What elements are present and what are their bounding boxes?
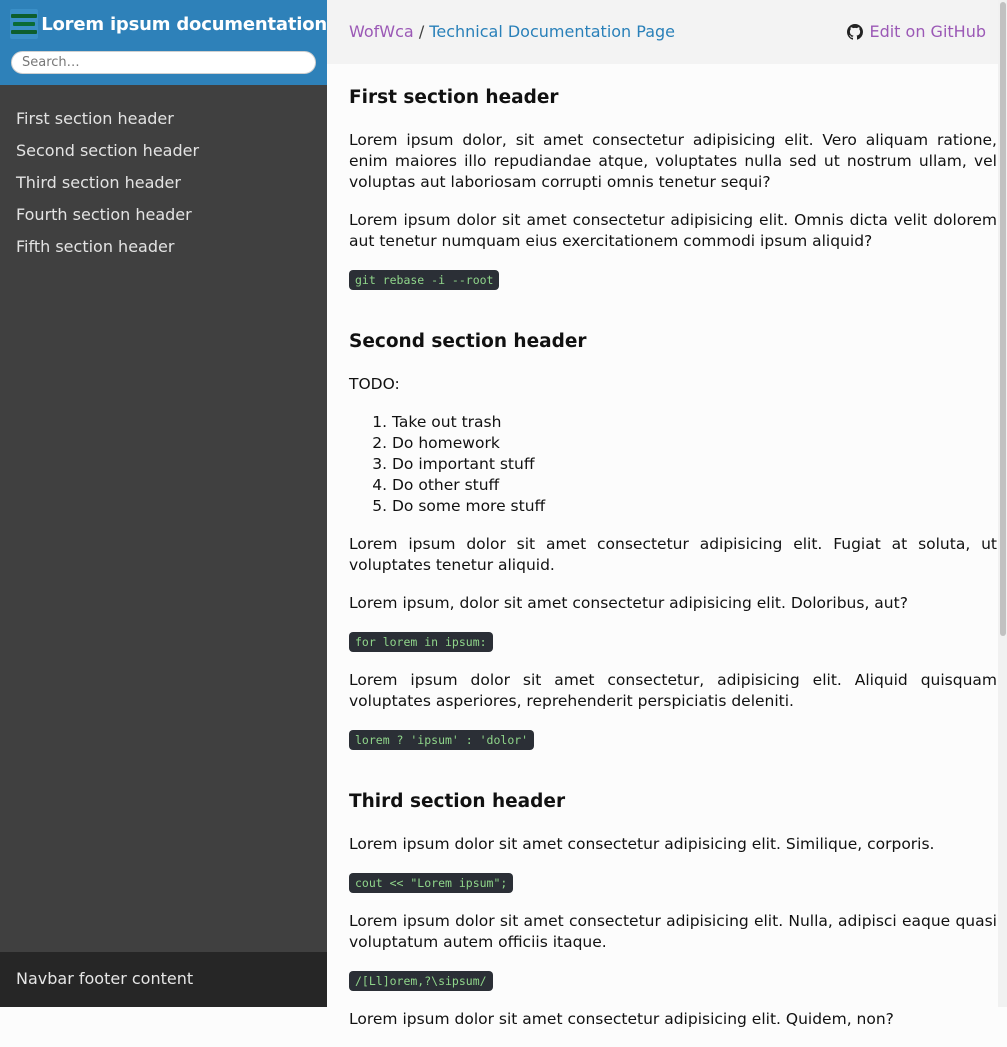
site-title[interactable]: Lorem ipsum documentation	[41, 14, 327, 35]
paragraph: Lorem ipsum dolor sit amet consectetur a…	[349, 912, 997, 951]
sidebar-item-fourth-section[interactable]: Fourth section header	[0, 204, 327, 236]
paragraph: Lorem ipsum dolor, sit amet consectetur …	[349, 131, 997, 191]
breadcrumb-home-link[interactable]: WofWca	[349, 22, 414, 41]
code-snippet: cout << "Lorem ipsum";	[349, 873, 514, 893]
sidebar-item-third-section[interactable]: Third section header	[0, 172, 327, 204]
paragraph: Lorem ipsum dolor sit amet consectetur, …	[349, 671, 997, 710]
list-item: Do some more stuff	[392, 496, 997, 517]
code-snippet: git rebase -i --root	[349, 270, 500, 290]
sidebar-nav: First section header Second section head…	[0, 85, 327, 268]
sidebar-item-fifth-section[interactable]: Fifth section header	[0, 236, 327, 268]
paragraph: Lorem ipsum dolor sit amet consectetur a…	[349, 835, 935, 853]
paragraph: Lorem ipsum dolor sit amet consectetur a…	[349, 535, 997, 574]
section-header: First section header	[349, 87, 559, 108]
section-third: Third section header Lorem ipsum dolor s…	[349, 790, 997, 1030]
list-item: Do homework	[392, 433, 997, 454]
code-snippet: for lorem in ipsum:	[349, 632, 493, 652]
brand[interactable]: Lorem ipsum documentation	[0, 9, 327, 39]
scrollbar[interactable]	[998, 0, 1007, 1007]
breadcrumb-separator: /	[413, 22, 430, 41]
scrollbar-thumb[interactable]	[1000, 2, 1006, 636]
sidebar-item-second-section[interactable]: Second section header	[0, 140, 327, 172]
todo-label: TODO:	[349, 375, 400, 393]
breadcrumb-current-link[interactable]: Technical Documentation Page	[429, 22, 675, 41]
code-snippet: lorem ? 'ipsum' : 'dolor'	[349, 730, 535, 750]
breadcrumb: WofWca / Technical Documentation Page	[349, 22, 675, 41]
section-second: Second section header TODO: Take out tra…	[349, 330, 997, 768]
edit-on-github-label: Edit on GitHub	[869, 22, 986, 41]
sidebar-item-first-section[interactable]: First section header	[0, 108, 327, 140]
sidebar-footer: Navbar footer content	[0, 952, 327, 1007]
sidebar-header: Lorem ipsum documentation	[0, 0, 327, 85]
todo-list: Take out trash Do homework Do important …	[349, 412, 997, 517]
main-content: First section header Lorem ipsum dolor, …	[349, 64, 997, 1047]
code-snippet: /[Ll]orem,?\sipsum/	[349, 971, 493, 991]
top-bar: WofWca / Technical Documentation Page Ed…	[327, 0, 1007, 64]
section-first: First section header Lorem ipsum dolor, …	[349, 86, 997, 308]
paragraph: Lorem ipsum dolor sit amet consectetur a…	[349, 1010, 894, 1028]
list-item: Do important stuff	[392, 454, 997, 475]
list-item: Take out trash	[392, 412, 997, 433]
paragraph: Lorem ipsum, dolor sit amet consectetur …	[349, 594, 908, 612]
section-header: Third section header	[349, 791, 566, 812]
search-input[interactable]	[11, 51, 316, 74]
logo-icon	[10, 9, 39, 39]
section-header: Second section header	[349, 331, 587, 352]
github-icon	[847, 23, 864, 40]
list-item: Do other stuff	[392, 475, 997, 496]
paragraph: Lorem ipsum dolor sit amet consectetur a…	[349, 211, 997, 250]
edit-on-github-link[interactable]: Edit on GitHub	[847, 22, 986, 41]
sidebar: Lorem ipsum documentation First section …	[0, 0, 327, 1007]
